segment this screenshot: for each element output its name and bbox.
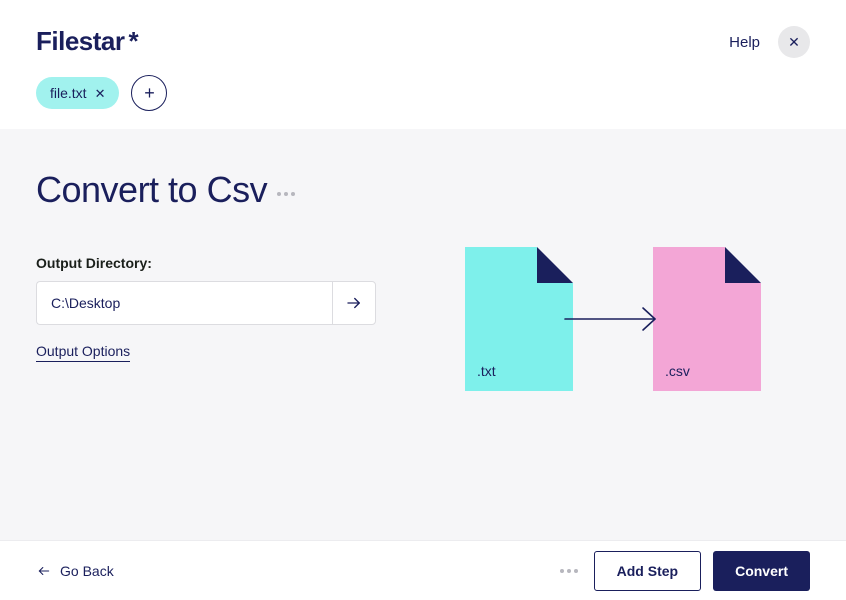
close-window-button[interactable]: ✕	[778, 26, 810, 58]
main-right-column: .txt .csv	[416, 169, 810, 540]
page-title: Convert to Csv	[36, 169, 267, 211]
add-step-label: Add Step	[617, 563, 678, 579]
convert-button[interactable]: Convert	[713, 551, 810, 591]
arrow-right-icon	[345, 294, 363, 312]
dot-icon	[291, 192, 295, 196]
top-left: Filestar * file.txt ✕ +	[36, 26, 167, 111]
logo-text: Filestar	[36, 26, 125, 57]
help-link[interactable]: Help	[729, 34, 760, 51]
destination-file-tile: .csv	[653, 247, 761, 391]
convert-label: Convert	[735, 563, 788, 579]
arrow-left-icon	[36, 564, 52, 578]
footer-more-button[interactable]	[560, 569, 578, 573]
file-corner-icon	[537, 247, 573, 283]
file-chip-label: file.txt	[50, 85, 87, 101]
close-icon: ✕	[788, 34, 800, 51]
output-directory-row	[36, 281, 376, 325]
dot-icon	[574, 569, 578, 573]
source-file-extension: .txt	[477, 363, 496, 379]
dot-icon	[560, 569, 564, 573]
conversion-graphic: .txt .csv	[465, 247, 761, 391]
output-options-link[interactable]: Output Options	[36, 343, 130, 362]
arrow-right-icon	[563, 304, 663, 334]
asterisk-icon: *	[129, 26, 139, 57]
plus-icon: +	[144, 83, 155, 104]
file-chip[interactable]: file.txt ✕	[36, 77, 119, 109]
close-icon[interactable]: ✕	[95, 87, 106, 100]
browse-directory-button[interactable]	[332, 281, 376, 325]
top-bar: Filestar * file.txt ✕ + Help ✕	[0, 0, 846, 129]
footer-right: Add Step Convert	[560, 551, 810, 591]
top-right: Help ✕	[729, 26, 810, 58]
main-content: Convert to Csv Output Directory: Output …	[0, 129, 846, 540]
source-file-tile: .txt	[465, 247, 573, 391]
more-options-button[interactable]	[277, 184, 295, 196]
go-back-label: Go Back	[60, 563, 114, 579]
add-file-button[interactable]: +	[131, 75, 167, 111]
footer-bar: Go Back Add Step Convert	[0, 540, 846, 600]
app-logo: Filestar *	[36, 26, 167, 57]
page-title-row: Convert to Csv	[36, 169, 376, 211]
output-directory-label: Output Directory:	[36, 255, 376, 271]
file-corner-icon	[725, 247, 761, 283]
dot-icon	[277, 192, 281, 196]
file-chip-row: file.txt ✕ +	[36, 75, 167, 111]
go-back-button[interactable]: Go Back	[36, 563, 114, 579]
add-step-button[interactable]: Add Step	[594, 551, 701, 591]
dot-icon	[567, 569, 571, 573]
destination-file-extension: .csv	[665, 363, 690, 379]
main-left-column: Convert to Csv Output Directory: Output …	[36, 169, 376, 540]
output-directory-input[interactable]	[36, 281, 332, 325]
dot-icon	[284, 192, 288, 196]
